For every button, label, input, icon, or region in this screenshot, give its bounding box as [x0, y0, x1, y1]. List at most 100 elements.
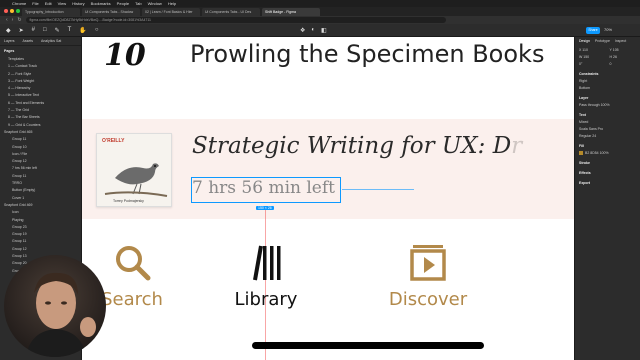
move-tool-icon[interactable]: ➤ [19, 27, 24, 34]
shape-tool-icon[interactable]: □ [43, 27, 47, 33]
menu-item-view[interactable]: View [58, 1, 67, 6]
book-title-text: Strategic Writing for UX: D [192, 133, 512, 159]
layer-row[interactable]: Group 10 [4, 144, 77, 151]
close-window-button[interactable] [4, 9, 8, 13]
nav-library-label: Library [234, 289, 298, 310]
x-field[interactable]: X 110 [579, 48, 606, 52]
book-cover[interactable]: O'REILLY Torrey Podmajersky [96, 133, 172, 207]
layer-row[interactable]: 5 — Interactive Text [4, 92, 77, 99]
frame-tool-icon[interactable]: # [32, 27, 35, 33]
page-heading[interactable]: Prowling the Specimen Books [190, 40, 544, 68]
browser-tab[interactable]: Ui Components Tabs - Shadow [82, 8, 140, 16]
maximize-window-button[interactable] [16, 9, 20, 13]
rotation-field[interactable]: 0° [579, 62, 606, 66]
menu-item-people[interactable]: People [117, 1, 129, 6]
layer-row[interactable]: 4 — Hierarchy [4, 85, 77, 92]
layer-row[interactable]: TRRO [4, 180, 77, 187]
w-field[interactable]: W 150 [579, 55, 606, 59]
menu-item-tab[interactable]: Tab [135, 1, 141, 6]
radius-field[interactable]: 0 [610, 62, 637, 66]
layer-row[interactable]: Group 19 [4, 231, 77, 238]
layer-row[interactable]: Snapfont Grid 465 [4, 129, 77, 136]
browser-tab-active[interactable]: Shift Badge - Figma [262, 8, 320, 16]
layer-row[interactable]: Cover 1 [4, 195, 77, 202]
zoom-level[interactable]: 70% [604, 27, 612, 32]
selection-box[interactable] [191, 177, 341, 203]
layer-row[interactable]: Group 23 [4, 224, 77, 231]
font-weight-dropdown[interactable]: Regular 24 [579, 134, 636, 138]
pen-tool-icon[interactable]: ✎ [55, 27, 60, 34]
layer-row[interactable]: 2 — Font Style [4, 71, 77, 78]
layer-blend-mode[interactable]: Pass through 100% [579, 103, 636, 107]
fill-hex: B2 8D54 [585, 151, 599, 155]
comment-tool-icon[interactable]: ○ [95, 27, 99, 33]
layer-row[interactable]: Group 11 [4, 238, 77, 245]
design-panel-tabs: Design Prototype Inspect [579, 39, 636, 43]
boolean-icon[interactable]: ◧ [321, 27, 327, 34]
home-indicator [252, 342, 484, 349]
y-field[interactable]: Y 105 [610, 48, 637, 52]
menu-item-window[interactable]: Window [148, 1, 162, 6]
layer-row[interactable]: 3 — Font Weight [4, 78, 77, 85]
minimize-window-button[interactable] [10, 9, 14, 13]
layer-row[interactable]: Group 11 [4, 173, 77, 180]
layer-row[interactable]: Playing [4, 217, 77, 224]
effects-title[interactable]: Effects [579, 171, 636, 175]
webcam-overlay [4, 255, 106, 357]
fill-row[interactable]: B2 8D54 100% [579, 151, 636, 156]
back-icon[interactable]: ‹ [6, 17, 8, 23]
tab-layers[interactable]: Layers [4, 39, 15, 43]
layer-row[interactable]: 7 — The Grid [4, 107, 77, 114]
hand-tool-icon[interactable]: ✋ [79, 27, 86, 34]
tab-prototype[interactable]: Prototype [595, 39, 610, 43]
component-icon[interactable]: ❖ [300, 27, 305, 34]
export-title[interactable]: Export [579, 181, 636, 185]
layer-row[interactable]: 9 — Grid & Counters [4, 122, 77, 129]
h-field[interactable]: H 26 [610, 55, 637, 59]
menu-item-file[interactable]: File [32, 1, 38, 6]
constraints-title: Constraints [579, 72, 599, 76]
layer-row[interactable]: 8 — The Bar Sheets [4, 114, 77, 121]
design-canvas[interactable]: 10 Prowling the Specimen Books O'REILLY … [82, 37, 574, 360]
layer-row[interactable]: Icon / File [4, 151, 77, 158]
layer-row[interactable]: Icon [4, 209, 77, 216]
book-title[interactable]: Strategic Writing for UX: Dr [192, 133, 522, 159]
browser-tab[interactable]: Ui Components Tabs - UI Des [202, 8, 260, 16]
layer-row[interactable]: Group 12 [4, 158, 77, 165]
layer-row[interactable]: Group 11 [4, 136, 77, 143]
constraint-vertical[interactable]: Bottom [579, 86, 636, 90]
nav-library[interactable]: Library [216, 241, 316, 310]
tab-assets[interactable]: Assets [23, 39, 34, 43]
layer-row[interactable]: 1 — Contact Track [4, 63, 77, 70]
figma-menu-icon[interactable]: ◆ [6, 27, 11, 34]
fill-swatch[interactable] [579, 151, 583, 156]
font-family-dropdown[interactable]: Scala Sans Pro [579, 127, 636, 131]
browser-tab[interactable]: 02 | Learn / Font Basics & Hier [142, 8, 200, 16]
layer-row[interactable]: Templates [4, 56, 77, 63]
layer-row[interactable]: Button (Empty) [4, 187, 77, 194]
url-field[interactable]: figma.com/file/OEZQdD8Z7kHy5kHdsVBwQ...-… [25, 17, 446, 23]
tab-inspect[interactable]: Inspect [615, 39, 626, 43]
stroke-title[interactable]: Stroke [579, 161, 636, 165]
constraint-horizontal[interactable]: Right [579, 79, 636, 83]
address-bar-row: ‹ › ↻ figma.com/file/OEZQdD8Z7kHy5kHdsVB… [0, 16, 640, 24]
share-button[interactable]: Share [586, 27, 600, 34]
browser-tab[interactable]: Typography_Introduction [22, 8, 80, 16]
tab-design[interactable]: Design [579, 39, 590, 43]
mask-icon[interactable]: ◐ [311, 27, 315, 34]
layer-row[interactable]: 7 hrs 56 min left [4, 165, 77, 172]
layer-row[interactable]: Snapfont Grid 469 [4, 202, 77, 209]
menu-item-edit[interactable]: Edit [45, 1, 52, 6]
menu-item-chrome[interactable]: Chrome [12, 1, 26, 6]
menu-item-bookmarks[interactable]: Bookmarks [91, 1, 111, 6]
text-style-dropdown[interactable]: Mixed [579, 120, 636, 124]
nav-discover[interactable]: Discover [378, 241, 478, 310]
text-tool-icon[interactable]: T [68, 27, 72, 33]
layer-row[interactable]: 6 — Text and Elements [4, 100, 77, 107]
reload-icon[interactable]: ↻ [17, 17, 21, 23]
layer-row[interactable]: Group 12 [4, 246, 77, 253]
menu-item-history[interactable]: History [72, 1, 84, 6]
forward-icon[interactable]: › [12, 17, 14, 23]
menu-item-help[interactable]: Help [168, 1, 176, 6]
tab-page-name[interactable]: Analytics Sat [41, 39, 61, 43]
